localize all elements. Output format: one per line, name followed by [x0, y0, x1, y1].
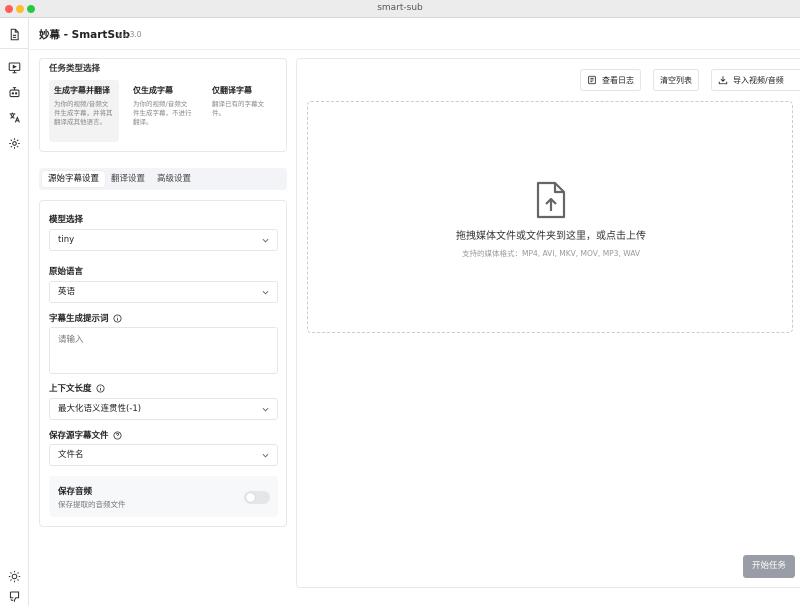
context-select[interactable]: 最大化语义连贯性(-1)	[49, 398, 278, 420]
chevron-down-icon	[262, 238, 269, 243]
start-task-button[interactable]: 开始任务	[743, 555, 795, 578]
model-select-value: tiny	[58, 235, 75, 245]
help-icon[interactable]	[113, 430, 122, 440]
translate-nav-button[interactable]	[5, 108, 23, 126]
source-settings-card: 模型选择 tiny 原始语言 英语 字幕生成提示词 上下文长度 最大化语义连贯性…	[39, 200, 287, 527]
tab-translation[interactable]: 翻译设置	[105, 171, 151, 187]
task-type-title: 任务类型选择	[49, 64, 101, 74]
log-icon	[588, 75, 596, 85]
github-icon	[9, 591, 19, 602]
save-source-label: 保存源字幕文件	[49, 429, 122, 441]
settings-nav-button[interactable]	[5, 134, 23, 152]
prompt-label: 字幕生成提示词	[49, 312, 122, 324]
dropzone-text: 拖拽媒体文件或文件夹到这里，或点击上传	[456, 231, 646, 242]
view-log-button[interactable]: 查看日志	[580, 69, 641, 91]
home-button[interactable]	[5, 25, 23, 43]
app-version: v2.3.0	[118, 30, 142, 39]
app-header: 妙幕 - SmartSub v2.3.0	[30, 18, 800, 50]
context-select-value: 最大化语义连贯性(-1)	[58, 404, 142, 414]
theme-toggle-button[interactable]	[5, 567, 23, 585]
monitor-icon	[8, 62, 20, 73]
sun-icon	[8, 570, 20, 582]
window-title: smart-sub	[377, 3, 423, 13]
icon-rail	[0, 18, 29, 606]
save-audio-title: 保存音频	[58, 487, 93, 497]
language-select[interactable]: 英语	[49, 281, 278, 303]
dropzone-formats: 支持的媒体格式：MP4, AVI, MKV, MOV, MP3, WAV	[461, 249, 641, 258]
tab-source-subtitle[interactable]: 源始字幕设置	[42, 171, 106, 187]
task-option-generate-only[interactable]: 仅生成字幕 为你的视频/音频文件生成字幕，不进行翻译。	[128, 80, 198, 142]
task-option-title: 仅生成字幕	[133, 86, 173, 95]
file-panel: 查看日志 清空列表 导入视频/音频 拖拽媒体文件或文件夹到这里，或点击上传 支持…	[296, 58, 800, 588]
download-icon	[718, 76, 728, 85]
info-icon[interactable]	[96, 383, 105, 393]
chevron-down-icon	[262, 407, 269, 412]
task-option-generate-and-translate[interactable]: 生成字幕并翻译 为你的视频/音频文件生成字幕，并将其翻译成其他语言。	[49, 80, 119, 142]
task-type-card: 任务类型选择 生成字幕并翻译 为你的视频/音频文件生成字幕，并将其翻译成其他语言…	[39, 58, 287, 152]
info-icon[interactable]	[113, 313, 122, 323]
settings-tabs: 源始字幕设置 翻译设置 高级设置	[39, 168, 287, 190]
task-option-title: 生成字幕并翻译	[54, 86, 110, 95]
gear-icon	[8, 137, 20, 149]
prompt-input[interactable]	[49, 327, 278, 374]
model-select[interactable]: tiny	[49, 229, 278, 251]
save-source-select[interactable]: 文件名	[49, 444, 278, 466]
save-audio-desc: 保存提取的音频文件	[58, 500, 126, 509]
upload-dropzone[interactable]: 拖拽媒体文件或文件夹到这里，或点击上传 支持的媒体格式：MP4, AVI, MK…	[307, 101, 793, 333]
task-option-desc: 为你的视频/音频文件生成字幕，并将其翻译成其他语言。	[54, 100, 113, 126]
context-label: 上下文长度	[49, 382, 105, 394]
task-option-title: 仅翻译字幕	[212, 86, 252, 95]
language-select-value: 英语	[58, 287, 76, 297]
window-titlebar: smart-sub	[0, 0, 800, 18]
toggle-knob	[246, 493, 255, 502]
task-option-desc: 翻译已有的字幕文件。	[212, 100, 264, 117]
clear-list-button[interactable]: 清空列表	[653, 69, 699, 91]
file-icon	[10, 28, 19, 40]
save-audio-toggle[interactable]	[244, 491, 270, 504]
language-label: 原始语言	[49, 267, 84, 277]
save-audio-setting: 保存音频 保存提取的音频文件	[49, 476, 278, 517]
task-option-translate-only[interactable]: 仅翻译字幕 翻译已有的字幕文件。	[207, 80, 277, 142]
task-option-desc: 为你的视频/音频文件生成字幕，不进行翻译。	[133, 100, 192, 126]
rail-divider	[0, 48, 29, 49]
robot-icon	[9, 86, 19, 97]
tab-advanced[interactable]: 高级设置	[151, 171, 197, 187]
tasks-nav-button[interactable]	[5, 58, 23, 76]
app-title: 妙幕 - SmartSub	[39, 29, 131, 41]
github-button[interactable]	[5, 587, 23, 605]
chevron-down-icon	[262, 290, 269, 295]
save-source-select-value: 文件名	[58, 450, 84, 460]
chevron-down-icon	[262, 453, 269, 458]
import-media-button[interactable]: 导入视频/音频	[711, 69, 800, 91]
translate-icon	[9, 112, 20, 123]
models-nav-button[interactable]	[5, 83, 23, 101]
model-label: 模型选择	[49, 215, 84, 225]
file-upload-icon	[536, 181, 566, 219]
